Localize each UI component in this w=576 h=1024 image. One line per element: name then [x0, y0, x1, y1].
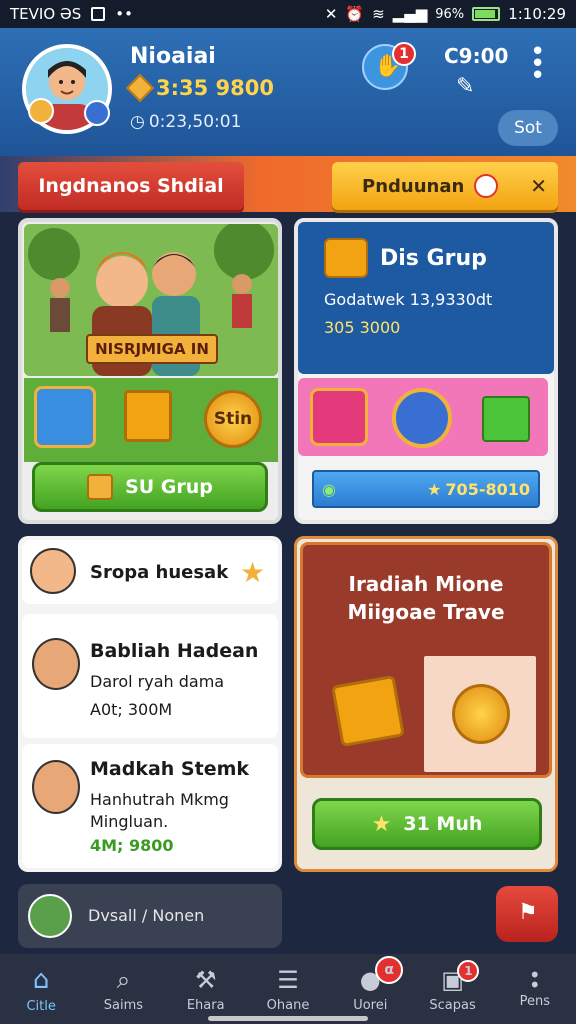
clock-icon: ◷	[130, 112, 145, 132]
group-join-button[interactable]: SU Grup	[32, 462, 268, 512]
nav-item-chat[interactable]: ● Uorei α	[329, 954, 411, 1024]
group-progress-bar: ◉ ★ 705-8010	[312, 470, 540, 508]
list-item[interactable]: Sropa huesak ★	[22, 540, 278, 604]
coin-icon[interactable]: Stin	[204, 390, 262, 448]
star-icon: ★	[240, 556, 266, 589]
horn-icon[interactable]	[392, 388, 452, 448]
notification-badge: 1	[457, 960, 480, 982]
wifi-icon: ≋	[372, 5, 385, 23]
nav-item-search[interactable]: ⌕ Saims	[82, 954, 164, 1024]
status-row-label: Dvsall / Nonen	[88, 906, 205, 925]
avatar	[30, 548, 76, 594]
group-line2: 305 3000	[324, 318, 401, 337]
bottom-nav: ⌂ Citle ⌕ Saims ⚒ Ehara ☰ Ohane ● Uorei …	[0, 954, 576, 1024]
flag-icon: ⚑	[518, 900, 538, 925]
avatar	[32, 760, 80, 814]
clock: 1:10:29	[508, 5, 566, 23]
nav-item-home[interactable]: ⌂ Citle	[0, 954, 82, 1024]
avatar	[28, 894, 72, 938]
alarm-icon: ⏰	[345, 5, 365, 23]
dots-icon: ••	[115, 5, 133, 23]
more-vert-icon[interactable]: • • •	[530, 39, 545, 89]
notification-badge: α	[375, 956, 404, 984]
friend-amount: A0t; 300M	[90, 700, 173, 719]
battery-text: 96%	[435, 6, 465, 22]
friend-name: Sropa huesak	[90, 562, 229, 583]
cube-icon	[87, 474, 114, 500]
star-icon: ★	[371, 811, 392, 837]
notification-badge: 1	[392, 42, 416, 66]
sot-button[interactable]: Sot	[498, 110, 558, 146]
coin-balance: 3:35 9800	[125, 73, 274, 103]
friend-status: Darol ryah dama	[90, 672, 225, 691]
list-item[interactable]: Madkah Stemk Hanhutrah Mkmg Mingluan. 4M…	[22, 744, 278, 868]
gem-icon	[125, 73, 155, 103]
nav-item-gifts[interactable]: ▣ Scapas 1	[411, 954, 493, 1024]
reward-title-1: Iradiah Mione	[348, 572, 504, 596]
search-icon: ⌕	[116, 965, 131, 994]
action-button[interactable]: ⚑	[496, 886, 558, 942]
home-indicator	[208, 1016, 368, 1021]
product-banner[interactable]: Pnduunan ✕	[332, 162, 558, 210]
avatar	[32, 638, 80, 690]
friend-amount: 4M; 9800	[90, 836, 174, 855]
list-item[interactable]: Babliah Hadean Darol ryah dama A0t; 300M	[22, 614, 278, 738]
reward-title-2: Miigoae Trave	[347, 600, 505, 624]
more-icon: • •	[528, 962, 541, 997]
nav-item-shop[interactable]: ☰ Ohane	[247, 954, 329, 1024]
event-plate: NISRJMIGA IN	[86, 334, 218, 364]
shop-icon: ☰	[277, 965, 299, 994]
nav-item-more[interactable]: • • Pens	[494, 954, 576, 1024]
status-bar: TEVIO ƏS •• ✕ ⏰ ≋ ▂▄▆ 96% 1:10:29	[0, 0, 576, 28]
acorn-icon	[452, 684, 510, 744]
battery-icon	[472, 7, 501, 21]
rank-badge-icon	[84, 100, 110, 126]
friend-name: Babliah Hadean	[90, 640, 259, 662]
score-label: C9:00	[444, 44, 509, 68]
screenshot-icon	[91, 7, 106, 21]
mute-icon: ✕	[324, 5, 338, 23]
eye-icon: ◉	[322, 479, 336, 499]
claim-reward-button[interactable]: ★ 31 Muh	[312, 798, 542, 850]
username: Nioaiai	[130, 44, 216, 69]
hammer-icon: ⚒	[194, 965, 217, 994]
level-badge-icon	[28, 98, 54, 124]
group-line1: Godatwek 13,9330dt	[324, 290, 493, 309]
friend-status-2: Mingluan.	[90, 812, 169, 831]
gift-box-icon[interactable]	[124, 390, 172, 442]
edit-icon[interactable]: ✎	[456, 74, 474, 99]
treasure-icon	[324, 238, 368, 278]
group-title: Dis Grup	[380, 246, 487, 271]
candy-icon[interactable]	[310, 388, 368, 446]
sub-value: ◷ 0:23,50:01	[130, 112, 242, 132]
chest-icon[interactable]	[34, 386, 96, 448]
carrier-text: TEVIO ƏS	[10, 5, 82, 23]
home-icon: ⌂	[32, 964, 50, 995]
nav-item-build[interactable]: ⚒ Ehara	[165, 954, 247, 1024]
gift-bag-icon	[331, 674, 405, 748]
tools-icon: ✕	[530, 174, 548, 198]
signal-icon: ▂▄▆	[392, 5, 428, 23]
pin-icon	[474, 174, 499, 198]
star-icon: ★	[427, 479, 442, 499]
green-gift-icon[interactable]	[482, 396, 530, 442]
friend-status: Hanhutrah Mkmg	[90, 790, 229, 809]
event-banner[interactable]: Ingdnanos Shdial	[18, 162, 244, 210]
status-row[interactable]: Dvsall / Nonen	[18, 884, 282, 948]
friend-name: Madkah Stemk	[90, 758, 250, 780]
